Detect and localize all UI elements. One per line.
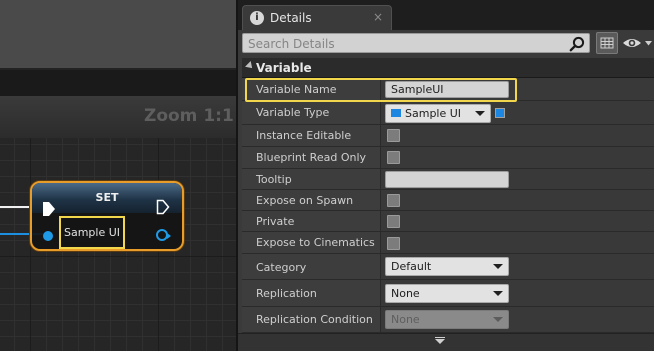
- property-matrix-button[interactable]: [596, 32, 618, 54]
- instance-editable-label: Instance Editable: [256, 129, 352, 142]
- object-output-pin-icon[interactable]: [156, 229, 171, 241]
- chevron-down-icon: [493, 317, 503, 322]
- blueprint-read-only-checkbox[interactable]: [387, 151, 400, 164]
- row-category: Category Default: [242, 254, 654, 280]
- section-title: Variable: [256, 61, 312, 75]
- tooltip-label: Tooltip: [256, 173, 292, 186]
- chevron-down-icon: [493, 291, 503, 296]
- search-row: [238, 30, 654, 56]
- replication-condition-dropdown: None: [385, 310, 509, 329]
- container-type-icon[interactable]: [495, 108, 505, 118]
- expand-down-icon: [435, 339, 445, 344]
- details-panel: i Details × Search Details Variable Vari…: [236, 0, 654, 351]
- blueprint-editor: Zoom 1:1 SET Sample UI: [0, 0, 236, 351]
- tab-strip: i Details ×: [238, 0, 654, 30]
- details-info-icon: i: [250, 11, 264, 25]
- replication-value: None: [391, 287, 420, 300]
- row-replication-condition: Replication Condition None: [242, 307, 654, 333]
- blueprint-read-only-label: Blueprint Read Only: [256, 151, 367, 164]
- variable-type-label: Variable Type: [256, 106, 330, 119]
- replication-condition-value: None: [391, 313, 420, 326]
- tooltip-field[interactable]: [385, 171, 509, 188]
- expose-on-spawn-label: Expose on Spawn: [256, 194, 354, 207]
- zoom-label: Zoom 1:1: [144, 106, 234, 126]
- variable-section-header[interactable]: Variable: [242, 58, 654, 78]
- row-instance-editable: Instance Editable: [242, 125, 654, 147]
- instance-editable-checkbox[interactable]: [387, 129, 400, 142]
- expose-on-spawn-checkbox[interactable]: [387, 194, 400, 207]
- row-expose-to-cinematics: Expose to Cinematics: [242, 232, 654, 254]
- advanced-expand-bar[interactable]: [238, 333, 654, 351]
- variable-type-dropdown[interactable]: Sample UI: [385, 104, 491, 123]
- grid-icon: [600, 37, 614, 49]
- chevron-down-icon: [475, 111, 485, 116]
- category-label: Category: [256, 261, 307, 274]
- row-expose-on-spawn: Expose on Spawn: [242, 190, 654, 211]
- view-options-eye-icon[interactable]: [622, 34, 654, 52]
- replication-label: Replication: [256, 287, 317, 300]
- variable-type-value: Sample UI: [405, 107, 462, 120]
- tab-details-label: Details: [270, 11, 312, 25]
- set-node[interactable]: SET Sample UI: [30, 181, 184, 251]
- row-blueprint-read-only: Blueprint Read Only: [242, 147, 654, 169]
- expand-line: [435, 337, 445, 338]
- collapse-arrow-icon: [245, 61, 255, 71]
- tab-close-icon[interactable]: ×: [373, 10, 383, 24]
- object-input-pin-icon[interactable]: [43, 231, 53, 241]
- chevron-down-icon: [493, 264, 503, 269]
- replication-dropdown[interactable]: None: [385, 284, 509, 303]
- private-checkbox[interactable]: [387, 215, 400, 228]
- exec-output-pin-icon[interactable]: [156, 199, 170, 215]
- category-dropdown[interactable]: Default: [385, 257, 509, 276]
- row-private: Private: [242, 211, 654, 232]
- category-value: Default: [391, 260, 432, 273]
- row-replication: Replication None: [242, 280, 654, 307]
- row-tooltip: Tooltip: [242, 169, 654, 190]
- row-variable-type: Variable Type Sample UI: [242, 101, 654, 125]
- search-input[interactable]: [248, 36, 558, 52]
- object-type-icon: [391, 109, 401, 117]
- variable-name-label: Variable Name: [256, 83, 337, 96]
- search-box[interactable]: [242, 33, 590, 53]
- editor-toolbar-area: [0, 0, 236, 70]
- variable-name-field[interactable]: SampleUI: [385, 81, 509, 98]
- private-label: Private: [256, 215, 295, 228]
- search-icon[interactable]: [569, 36, 585, 52]
- row-variable-name: Variable Name SampleUI: [242, 78, 654, 101]
- set-node-variable-label: Sample UI: [59, 216, 125, 249]
- expose-to-cinematics-label: Expose to Cinematics: [256, 236, 375, 249]
- replication-condition-label: Replication Condition: [256, 313, 373, 326]
- tab-details[interactable]: i Details ×: [242, 5, 392, 30]
- expose-to-cinematics-checkbox[interactable]: [387, 237, 400, 250]
- exec-input-pin-icon[interactable]: [42, 201, 56, 217]
